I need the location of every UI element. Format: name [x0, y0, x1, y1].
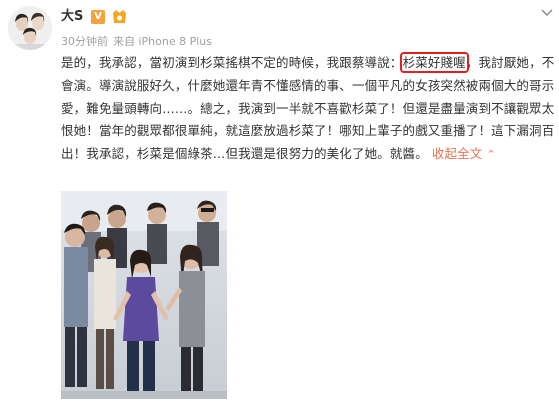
post-meta: 30分钟前 来自 iPhone 8 Plus — [61, 35, 217, 49]
post-photo[interactable] — [61, 191, 227, 399]
username[interactable]: 大S — [61, 8, 83, 26]
member-badge-icon — [111, 9, 128, 25]
chevron-down-icon[interactable] — [540, 4, 554, 16]
post-source: 来自 iPhone 8 Plus — [113, 35, 213, 48]
post-time[interactable]: 30分钟前 — [61, 35, 108, 48]
collapse-text-link[interactable]: 收起全文 — [432, 146, 483, 161]
user-avatar[interactable] — [8, 6, 52, 50]
collapse-caret-icon[interactable]: ⌃ — [486, 148, 495, 161]
verified-badge-icon: V — [91, 10, 105, 24]
post-text-part1: 是的，我承認，當初演到杉菜搖棋不定的時候，我跟蔡導說： — [61, 55, 403, 70]
post-text: 是的，我承認，當初演到杉菜搖棋不定的時候，我跟蔡導說：杉菜好賤喔，我討厭她，不會… — [61, 52, 555, 167]
highlighted-phrase: 杉菜好賤喔 — [399, 52, 469, 73]
